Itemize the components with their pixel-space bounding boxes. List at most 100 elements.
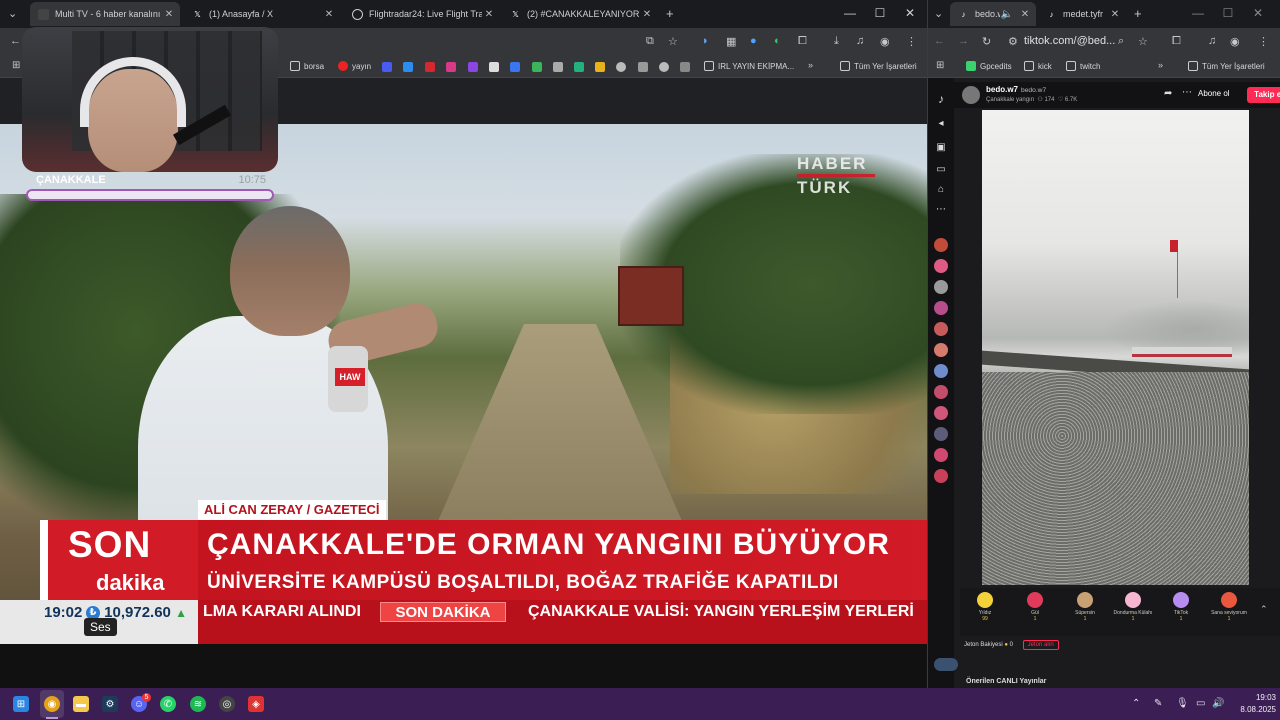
microphone-icon[interactable]: 🎙 bbox=[1176, 698, 1189, 709]
install-app-icon[interactable]: ⧉ bbox=[646, 35, 654, 48]
get-coins-button[interactable]: Jeton alın bbox=[1022, 640, 1059, 650]
bookmark-favicon-icon[interactable] bbox=[595, 62, 605, 72]
bookmark-gpcedits[interactable]: Gpcedits bbox=[966, 61, 1012, 71]
back-arrow-icon[interactable]: ← bbox=[934, 35, 945, 47]
bookmark-favicon-icon[interactable] bbox=[616, 62, 626, 72]
menu-kebab-icon[interactable]: ⋮ bbox=[1258, 35, 1269, 48]
volume-icon[interactable]: 🔊 bbox=[1212, 698, 1224, 709]
bookmark-favicon-icon[interactable] bbox=[680, 62, 690, 72]
extensions-puzzle-icon[interactable]: ⧠ bbox=[1172, 35, 1181, 48]
live-avatar[interactable] bbox=[934, 427, 948, 441]
collapse-arrow-icon[interactable]: ◂ bbox=[934, 118, 948, 129]
more-bookmarks-chevron-icon[interactable]: » bbox=[808, 60, 813, 70]
extension-icon[interactable]: ● bbox=[750, 35, 757, 47]
share-icon[interactable]: ➦ bbox=[1164, 88, 1172, 99]
bookmark-favicon-icon[interactable] bbox=[403, 62, 413, 72]
tab-close-icon[interactable]: ✕ bbox=[640, 9, 654, 20]
media-control-icon[interactable]: ♫ bbox=[856, 35, 864, 47]
apps-grid-icon[interactable]: ⊞ bbox=[12, 60, 20, 71]
tiktok-live-video[interactable] bbox=[982, 110, 1249, 585]
bookmark-favicon-icon[interactable] bbox=[574, 62, 584, 72]
tab-search-icon[interactable]: ⌄ bbox=[934, 7, 943, 20]
tab-close-icon[interactable]: ✕ bbox=[482, 9, 496, 20]
reload-icon[interactable]: ↻ bbox=[982, 35, 991, 48]
app-icon[interactable]: ◎ bbox=[219, 696, 235, 712]
chrome-icon[interactable]: ◉ bbox=[44, 696, 60, 712]
apps-grid-icon[interactable]: ⊞ bbox=[936, 60, 944, 71]
system-clock[interactable]: 19:03 8.08.2025 bbox=[1226, 692, 1276, 716]
bookmark-favicon-icon[interactable] bbox=[532, 62, 542, 72]
live-avatar[interactable] bbox=[934, 469, 948, 483]
gift-scroll-up-icon[interactable]: ⌃ bbox=[1260, 604, 1268, 615]
spotify-icon[interactable]: ≋ bbox=[190, 696, 206, 712]
bookmark-star-icon[interactable]: ☆ bbox=[668, 35, 678, 48]
bookmark-favicon-icon[interactable] bbox=[638, 62, 648, 72]
live-avatar[interactable] bbox=[934, 322, 948, 336]
bookmark-favicon-icon[interactable] bbox=[659, 62, 669, 72]
site-info-icon[interactable]: ⚙ bbox=[1008, 35, 1018, 48]
gift-item[interactable]: Gül 1 bbox=[1012, 592, 1058, 622]
live-icon[interactable]: ▭ bbox=[934, 164, 948, 175]
zoom-icon[interactable]: ⌕ bbox=[1118, 35, 1124, 48]
tab-medet[interactable]: ♪ medet.tyfr ✕ bbox=[1038, 2, 1126, 26]
bookmark-all-folder[interactable]: Tüm Yer İşaretleri bbox=[840, 61, 917, 71]
streamer-name[interactable]: bedo.w7 bedo.w7 bbox=[986, 85, 1046, 94]
tab-bedo[interactable]: ♪ bedo.w 🔈 ✕ bbox=[950, 2, 1036, 26]
download-icon[interactable]: ⤓ bbox=[834, 35, 839, 48]
extensions-puzzle-icon[interactable]: ⧠ bbox=[798, 35, 807, 48]
subscribe-button[interactable]: Abone ol bbox=[1198, 89, 1230, 98]
tab-x-search[interactable]: 𝕏 (2) #CANAKKALEYANIYOR - Ara ✕ bbox=[502, 2, 658, 26]
follow-button[interactable]: Takip et bbox=[1247, 87, 1280, 103]
bookmark-irl-folder[interactable]: IRL YAYIN EKİPMA... bbox=[704, 61, 794, 71]
tab-close-icon[interactable]: ✕ bbox=[162, 9, 176, 20]
new-tab-plus-icon[interactable]: + bbox=[1134, 6, 1142, 21]
extension-icon[interactable]: ◐ bbox=[774, 35, 781, 47]
close-window-icon[interactable]: ✕ bbox=[902, 6, 918, 20]
network-icon[interactable]: ▭ bbox=[1196, 698, 1205, 709]
live-avatar[interactable] bbox=[934, 385, 948, 399]
live-avatar[interactable] bbox=[934, 259, 948, 273]
tray-chevron-icon[interactable]: ⌃ bbox=[1132, 698, 1140, 709]
windows-start-icon[interactable]: ⊞ bbox=[13, 696, 29, 712]
live-avatar[interactable] bbox=[934, 238, 948, 252]
steam-icon[interactable]: ⚙ bbox=[102, 696, 118, 712]
tab-search-icon[interactable]: ⌄ bbox=[8, 7, 17, 20]
tab-close-icon[interactable]: ✕ bbox=[322, 9, 336, 20]
explore-icon[interactable]: ⌂ bbox=[934, 184, 948, 195]
live-avatar[interactable] bbox=[934, 343, 948, 357]
forward-arrow-icon[interactable]: → bbox=[958, 35, 969, 47]
tab-flightradar[interactable]: Flightradar24: Live Flight Tracker ✕ bbox=[344, 2, 500, 26]
instagram-icon[interactable] bbox=[446, 62, 456, 72]
more-dots-icon[interactable]: ⋯ bbox=[1182, 87, 1192, 98]
live-avatar[interactable] bbox=[934, 280, 948, 294]
whatsapp-icon[interactable]: ✆ bbox=[160, 696, 176, 712]
more-bookmarks-chevron-icon[interactable]: » bbox=[1158, 60, 1163, 70]
bookmark-borsa[interactable]: borsa bbox=[290, 61, 324, 71]
home-icon[interactable]: ▣ bbox=[934, 142, 948, 153]
media-control-icon[interactable]: ♫ bbox=[1208, 35, 1216, 47]
bookmark-favicon-icon[interactable] bbox=[382, 62, 392, 72]
profile-avatar-icon[interactable]: ◉ bbox=[880, 35, 890, 48]
bookmark-star-icon[interactable]: ☆ bbox=[1138, 35, 1148, 48]
x-logo-icon[interactable] bbox=[489, 62, 499, 72]
minimize-icon[interactable]: — bbox=[842, 6, 858, 20]
bookmark-favicon-icon[interactable] bbox=[553, 62, 563, 72]
gift-item[interactable]: TikTok 1 bbox=[1158, 592, 1204, 622]
new-tab-plus-icon[interactable]: + bbox=[666, 6, 674, 21]
file-explorer-icon[interactable]: ▬ bbox=[73, 696, 89, 712]
gift-item[interactable]: Sana seviyorum 1 bbox=[1206, 592, 1252, 622]
gift-item[interactable]: Süpersin 1 bbox=[1062, 592, 1108, 622]
extension-icon[interactable]: ▦ bbox=[726, 35, 736, 48]
close-window-icon[interactable]: ✕ bbox=[1250, 6, 1266, 20]
back-arrow-icon[interactable]: ← bbox=[10, 35, 21, 47]
twitch-icon[interactable] bbox=[468, 62, 478, 72]
live-avatar[interactable] bbox=[934, 406, 948, 420]
live-avatar[interactable] bbox=[934, 301, 948, 315]
bookmark-twitch[interactable]: twitch bbox=[1066, 61, 1100, 71]
live-avatar[interactable] bbox=[934, 448, 948, 462]
maximize-icon[interactable]: ☐ bbox=[1220, 6, 1236, 20]
maximize-icon[interactable]: ☐ bbox=[872, 6, 888, 20]
more-dots-icon[interactable]: ⋯ bbox=[934, 204, 948, 215]
bookmark-favicon-icon[interactable] bbox=[510, 62, 520, 72]
gift-item[interactable]: Dondurma Külahı 1 bbox=[1110, 592, 1156, 622]
